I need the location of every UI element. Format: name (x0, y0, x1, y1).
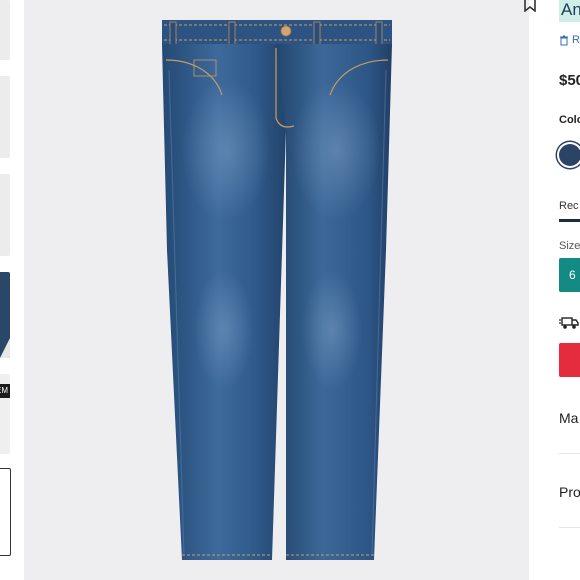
color-swatch-navy[interactable] (559, 144, 580, 166)
color-label: Colo (559, 114, 580, 126)
product-details-panel: An R $50 Colo Rec Size 6 Ma Pro (545, 0, 580, 580)
thumbnail-3[interactable] (0, 174, 10, 256)
remove-link[interactable]: R (559, 34, 580, 46)
divider (559, 453, 580, 454)
thumbnail-4[interactable] (0, 272, 10, 358)
thumbnail-strip: EM (0, 0, 12, 580)
add-to-cart-button[interactable] (559, 343, 580, 377)
thumbnail-6-selected[interactable] (0, 468, 11, 556)
thumbnail-2[interactable] (0, 76, 10, 158)
product-price: $50 (559, 72, 580, 89)
product-image-panel (24, 0, 536, 580)
thumbnail-5[interactable]: EM (0, 374, 10, 454)
size-label: Size (559, 240, 580, 252)
tab-recommended[interactable]: Rec (559, 200, 579, 212)
accordion-materials[interactable]: Ma (559, 410, 578, 426)
divider (559, 527, 580, 528)
trash-icon (560, 35, 568, 45)
thumbnail-1[interactable] (0, 0, 10, 60)
accordion-product-details[interactable]: Pro (559, 484, 580, 500)
thumbnail-badge: EM (0, 384, 10, 398)
tab-underline (559, 219, 580, 222)
product-jeans-image (162, 20, 392, 560)
remove-label: R (572, 34, 580, 46)
truck-icon (559, 317, 579, 329)
thumbnail-fold (0, 338, 10, 358)
size-button-selected[interactable]: 6 (559, 258, 580, 292)
product-title: An (559, 0, 580, 22)
